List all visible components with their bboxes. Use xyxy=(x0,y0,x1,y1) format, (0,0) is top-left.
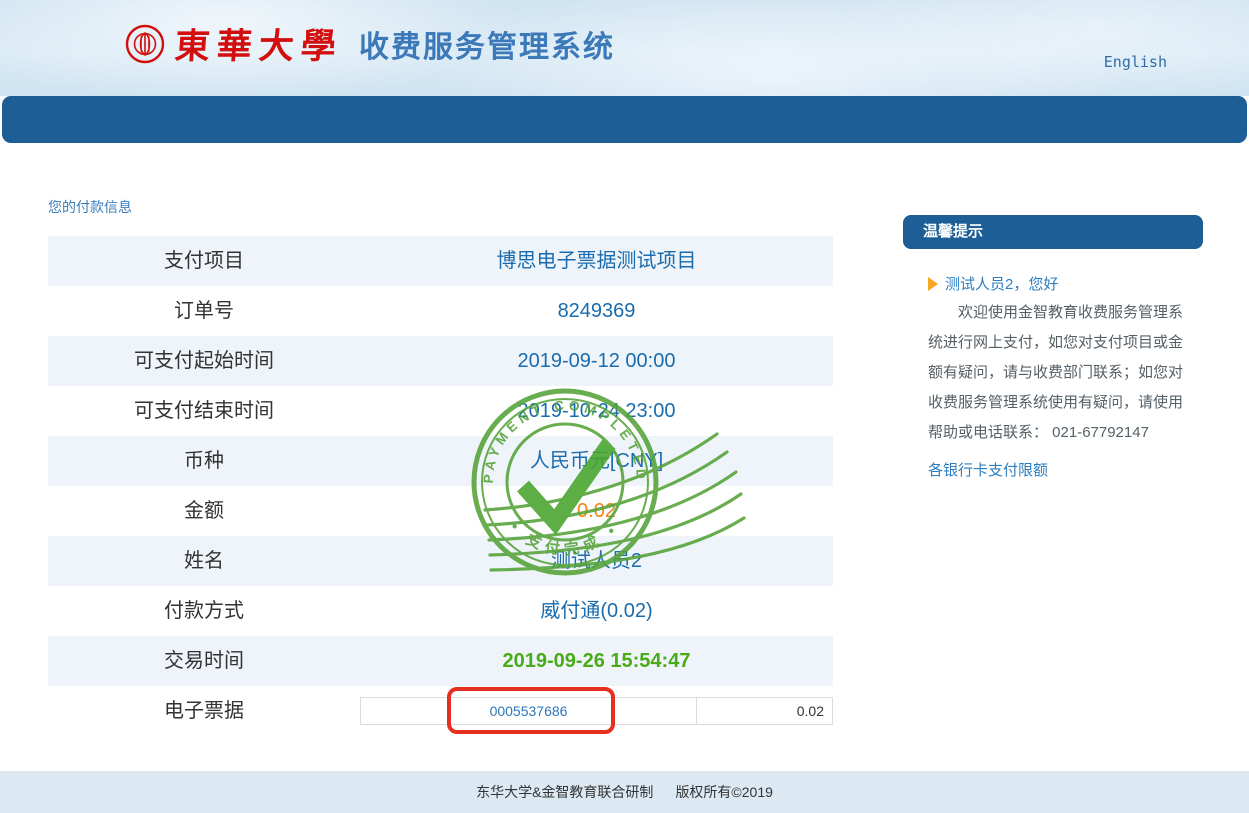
row-label: 金额 xyxy=(48,486,360,536)
greeting-row: 测试人员2，您好 xyxy=(928,273,1191,294)
footer-credit: 东华大学&金智教育联合研制 xyxy=(476,782,653,802)
arrow-right-icon xyxy=(928,277,938,291)
table-row: 可支付起始时间 2019-09-12 00:00 xyxy=(48,336,833,386)
footer-copyright: 版权所有©2019 xyxy=(675,782,772,802)
row-value-transaction-time: 2019-09-26 15:54:47 xyxy=(360,636,833,686)
english-link[interactable]: English xyxy=(1104,53,1167,71)
table-row: 姓名 测试人员2 xyxy=(48,536,833,586)
page: 東華大學 收费服务管理系统 English 您的付款信息 支付项目 博思电子票据… xyxy=(0,0,1249,813)
payment-section-title: 您的付款信息 xyxy=(48,197,132,217)
user-greeting: 测试人员2，您好 xyxy=(945,273,1058,294)
invoice-subtable: 0005537686 0.02 xyxy=(360,697,833,725)
row-label: 电子票据 xyxy=(48,686,360,736)
payment-table: 支付项目 博思电子票据测试项目 订单号 8249369 可支付起始时间 2019… xyxy=(48,236,833,736)
row-value-invoice: 0005537686 0.02 xyxy=(360,686,833,736)
row-value: 8249369 xyxy=(360,286,833,336)
row-label: 交易时间 xyxy=(48,636,360,686)
row-label: 支付项目 xyxy=(48,236,360,286)
row-label: 订单号 xyxy=(48,286,360,336)
footer: 东华大学&金智教育联合研制 版权所有©2019 xyxy=(0,771,1249,813)
system-title: 收费服务管理系统 xyxy=(359,22,615,66)
row-label: 币种 xyxy=(48,436,360,486)
invoice-amount: 0.02 xyxy=(697,698,832,724)
header: 東華大學 收费服务管理系统 English xyxy=(0,0,1249,96)
table-row: 金额 0.02 xyxy=(48,486,833,536)
table-row: 币种 人民币元[CNY] xyxy=(48,436,833,486)
row-value: 威付通(0.02) xyxy=(360,586,833,636)
row-value-amount: 0.02 xyxy=(360,486,833,536)
row-value: 博思电子票据测试项目 xyxy=(360,236,833,286)
brand: 東華大學 收费服务管理系统 xyxy=(125,18,615,69)
row-label: 姓名 xyxy=(48,536,360,586)
tips-title: 温馨提示 xyxy=(903,215,1203,249)
sidebar-tips: 温馨提示 测试人员2，您好 欢迎使用金智教育收费服务管理系统进行网上支付，如您对… xyxy=(903,215,1203,486)
row-label: 可支付结束时间 xyxy=(48,386,360,436)
table-row: 付款方式 威付通(0.02) xyxy=(48,586,833,636)
row-value: 人民币元[CNY] xyxy=(360,436,833,486)
university-seal-icon xyxy=(125,24,165,64)
navbar xyxy=(2,96,1247,143)
table-row: 可支付结束时间 2019-10-24 23:00 xyxy=(48,386,833,436)
row-label: 付款方式 xyxy=(48,586,360,636)
table-row: 交易时间 2019-09-26 15:54:47 xyxy=(48,636,833,686)
row-label: 可支付起始时间 xyxy=(48,336,360,386)
table-row-invoice: 电子票据 0005537686 0.02 xyxy=(48,686,833,736)
table-row: 支付项目 博思电子票据测试项目 xyxy=(48,236,833,286)
invoice-number-link[interactable]: 0005537686 xyxy=(361,698,697,724)
row-value: 2019-10-24 23:00 xyxy=(360,386,833,436)
bank-limit-link[interactable]: 各银行卡支付限额 xyxy=(928,456,1048,486)
row-value: 测试人员2 xyxy=(360,536,833,586)
university-name: 東華大學 xyxy=(173,18,345,69)
row-value: 2019-09-12 00:00 xyxy=(360,336,833,386)
tips-body: 测试人员2，您好 欢迎使用金智教育收费服务管理系统进行网上支付，如您对支付项目或… xyxy=(903,249,1203,486)
tips-message: 欢迎使用金智教育收费服务管理系统进行网上支付，如您对支付项目或金额有疑问，请与收… xyxy=(928,298,1191,448)
table-row: 订单号 8249369 xyxy=(48,286,833,336)
